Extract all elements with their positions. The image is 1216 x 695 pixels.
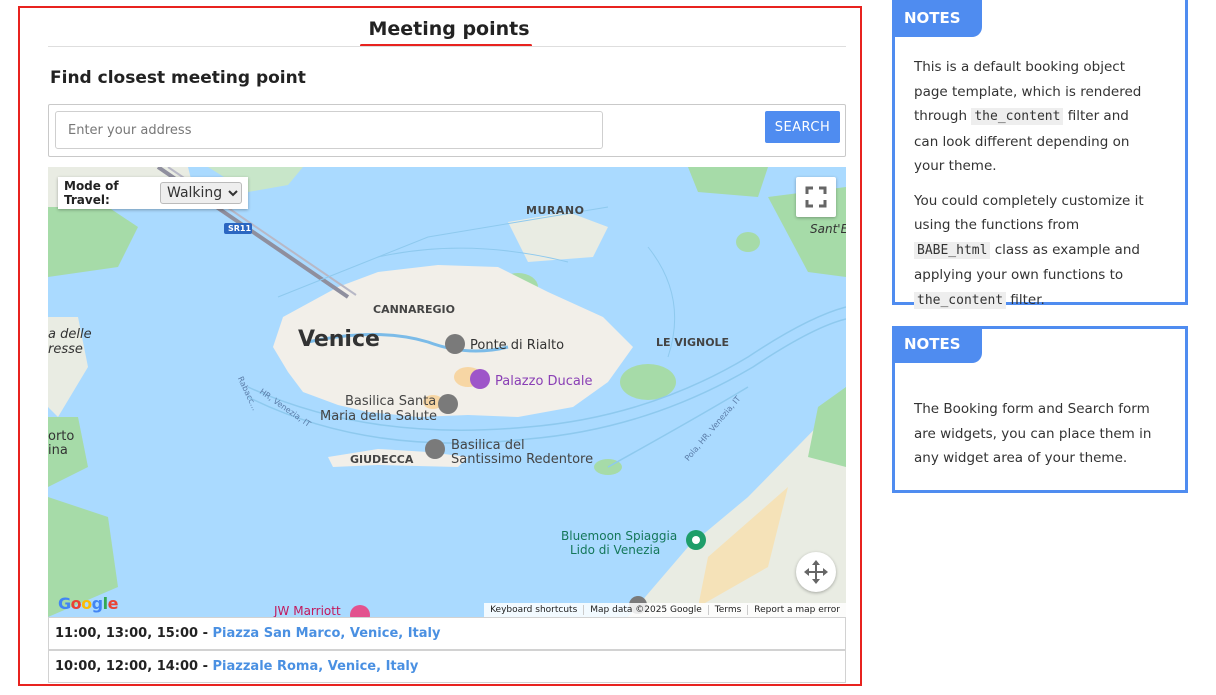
- search-button[interactable]: SEARCH: [765, 111, 840, 143]
- label-maria-della-salute: Maria della Salute: [320, 409, 437, 424]
- code-snippet: the_content: [914, 291, 1007, 309]
- label-basilica-santa: Basilica Santa: [345, 394, 437, 409]
- notes-paragraph: You could completely customize it using …: [914, 189, 1154, 314]
- label-canal-delle: a delle: [48, 327, 92, 342]
- travel-mode-label: Mode of Travel:: [64, 179, 119, 207]
- terms-link[interactable]: Terms: [707, 605, 748, 615]
- label-le-vignole: LE VIGNOLE: [656, 336, 730, 349]
- fullscreen-button[interactable]: [796, 177, 836, 217]
- label-orto: orto: [48, 429, 75, 444]
- meeting-point-times: 11:00, 13:00, 15:00 -: [55, 626, 213, 641]
- notes-title: NOTES: [892, 0, 982, 37]
- move-arrows-icon: [804, 560, 828, 584]
- meeting-point-row: 10:00, 12:00, 14:00 - Piazzale Roma, Ven…: [48, 650, 846, 683]
- label-santissimo-redentore: Santissimo Redentore: [451, 452, 594, 467]
- notes-body: The Booking form and Search form are wid…: [914, 401, 1152, 466]
- notes-text-segment: You could completely customize it using …: [914, 192, 1144, 234]
- label-jw-marriott: JW Marriott: [274, 604, 341, 617]
- notes-widget-1: NOTES This is a default booking object p…: [892, 0, 1188, 309]
- main-content-box: Meeting points Find closest meeting poin…: [18, 6, 862, 686]
- travel-mode-select[interactable]: Walking: [160, 182, 242, 204]
- label-ponte-di-rialto: Ponte di Rialto: [470, 338, 565, 353]
- code-snippet: BABE_html: [914, 241, 991, 259]
- section-heading: Find closest meeting point: [50, 68, 306, 88]
- fullscreen-icon: [805, 186, 827, 208]
- map[interactable]: MURANO Sant'E SR11 Venice CANNAREGIO Pon…: [48, 167, 846, 617]
- meeting-point-link[interactable]: Piazza San Marco, Venice, Italy: [213, 626, 441, 641]
- notes-title: NOTES: [892, 326, 982, 363]
- travel-mode-control: Mode of Travel: Walking: [58, 177, 248, 209]
- google-logo: Google: [58, 594, 118, 613]
- page-title: Meeting points: [368, 18, 530, 40]
- map-attribution-bar: Keyboard shortcuts Map data ©2025 Google…: [484, 603, 846, 617]
- title-divider: [48, 46, 846, 47]
- address-input[interactable]: [55, 111, 603, 149]
- label-sant-erasmo: Sant'E: [810, 222, 846, 236]
- notes-widget-2: NOTES The Booking form and Search form a…: [892, 326, 1188, 493]
- report-map-error-link[interactable]: Report a map error: [747, 605, 846, 615]
- meeting-point-times: 10:00, 12:00, 14:00 -: [55, 659, 213, 674]
- keyboard-shortcuts-link[interactable]: Keyboard shortcuts: [484, 605, 583, 615]
- label-sr11: SR11: [228, 224, 252, 233]
- label-venice: Venice: [298, 327, 380, 352]
- label-palazzo-ducale: Palazzo Ducale: [495, 374, 593, 389]
- map-canvas[interactable]: [48, 167, 846, 617]
- notes-body: This is a default booking object page te…: [914, 55, 1154, 323]
- label-cannaregio: CANNAREGIO: [373, 303, 455, 316]
- label-murano: MURANO: [526, 204, 585, 217]
- address-search-form: SEARCH: [48, 104, 846, 157]
- meeting-point-link[interactable]: Piazzale Roma, Venice, Italy: [213, 659, 419, 674]
- label-ina: ina: [48, 443, 68, 458]
- map-camera-control-button[interactable]: [796, 552, 836, 592]
- label-canal-delle-2: resse: [48, 342, 83, 357]
- map-data-text: Map data ©2025 Google: [583, 605, 708, 615]
- meeting-point-row: 11:00, 13:00, 15:00 - Piazza San Marco, …: [48, 617, 846, 650]
- label-lido-di-venezia: Lido di Venezia: [570, 543, 661, 557]
- label-giudecca: GIUDECCA: [350, 453, 414, 466]
- notes-paragraph: This is a default booking object page te…: [914, 55, 1154, 179]
- notes-text-segment: filter.: [1006, 291, 1045, 308]
- code-snippet: the_content: [971, 108, 1064, 125]
- label-basilica-del: Basilica del: [451, 438, 525, 453]
- label-bluemoon: Bluemoon Spiaggia: [561, 529, 678, 543]
